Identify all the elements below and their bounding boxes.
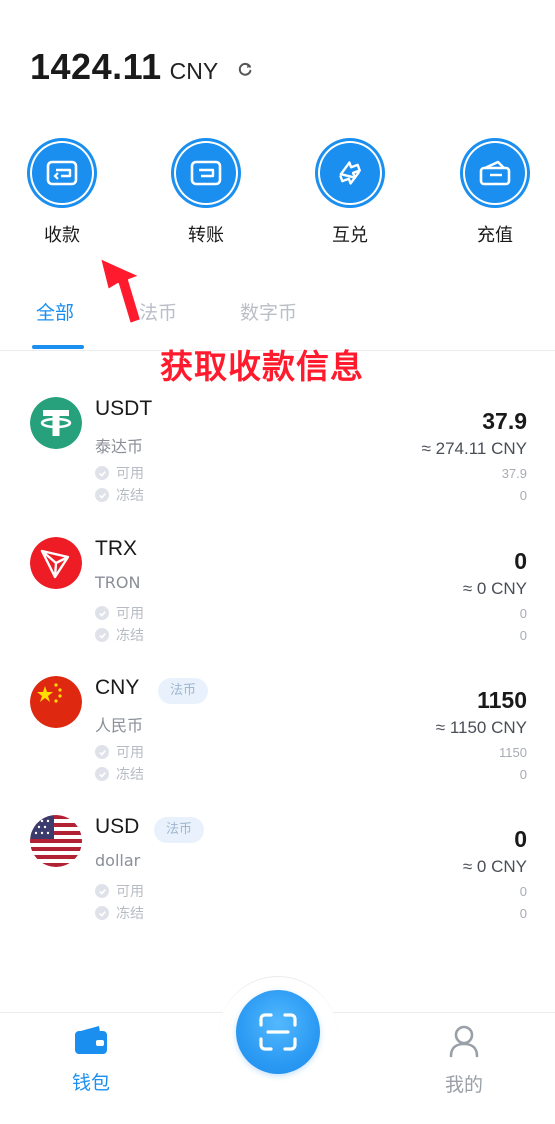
asset-symbol: CNY <box>95 676 140 699</box>
nav-wallet-label: 钱包 <box>71 1072 110 1094</box>
quick-actions: 收款 转账 互兑 充值 <box>0 141 555 251</box>
asset-amount: 37.9 <box>482 408 527 434</box>
frozen-label: 冻结 <box>116 906 144 922</box>
frozen-row: 冻结 <box>95 764 144 784</box>
frozen-label: 冻结 <box>116 488 144 504</box>
tron-icon <box>30 537 82 589</box>
asset-approx-value: ≈ 0 CNY <box>462 579 527 598</box>
asset-amount: 0 <box>514 548 527 574</box>
available-value: 0 <box>519 884 527 899</box>
recharge-icon <box>463 141 527 205</box>
asset-symbol: USDT <box>95 397 153 420</box>
fiat-badge: 法币 <box>158 678 209 704</box>
user-icon <box>449 1025 479 1058</box>
asset-amount: 1150 <box>477 687 527 713</box>
asset-approx-value: ≈ 274.11 CNY <box>421 439 527 458</box>
available-row: 可用 <box>95 603 144 623</box>
asset-subtitle: 泰达币 <box>95 437 144 456</box>
exchange-button[interactable]: 互兑 <box>305 141 395 247</box>
recharge-label: 充值 <box>477 225 513 246</box>
check-icon <box>95 606 109 620</box>
balance-currency: CNY <box>169 58 219 84</box>
asset-approx-value: ≈ 0 CNY <box>462 857 527 876</box>
asset-row-trx[interactable]: TRX TRON 可用 冻结 0 ≈ 0 CNY 0 0 <box>0 537 555 657</box>
receive-label: 收款 <box>44 225 80 246</box>
check-icon <box>95 488 109 502</box>
balance-amount: 1424.11 <box>30 46 162 87</box>
china-flag-icon <box>30 676 82 728</box>
asset-row-usdt[interactable]: USDT 泰达币 可用 冻结 37.9 ≈ 274.11 CNY 37.9 0 <box>0 397 555 517</box>
receive-button[interactable]: 收款 <box>17 141 107 247</box>
asset-symbol: USD <box>95 815 140 838</box>
transfer-button[interactable]: 转账 <box>161 141 251 247</box>
exchange-label: 互兑 <box>332 225 368 246</box>
check-icon <box>95 745 109 759</box>
scan-button[interactable] <box>236 990 320 1074</box>
frozen-value: 0 <box>519 488 527 503</box>
wallet-icon <box>75 1026 107 1054</box>
tether-icon <box>30 397 82 449</box>
frozen-row: 冻结 <box>95 485 144 505</box>
frozen-value: 0 <box>519 628 527 643</box>
check-icon <box>95 767 109 781</box>
available-value: 0 <box>519 606 527 621</box>
frozen-label: 冻结 <box>116 628 144 644</box>
tab-underline <box>32 345 84 349</box>
check-icon <box>95 466 109 480</box>
tab-all[interactable]: 全部 <box>36 298 74 325</box>
available-value: 1150 <box>499 745 527 760</box>
frozen-value: 0 <box>519 767 527 782</box>
available-label: 可用 <box>116 466 144 482</box>
transfer-icon <box>174 141 238 205</box>
available-label: 可用 <box>116 606 144 622</box>
fiat-badge: 法币 <box>154 817 205 843</box>
annotation-arrow-icon <box>99 257 142 325</box>
nav-wallet[interactable]: 钱包 <box>46 1024 136 1095</box>
asset-approx-value: ≈ 1150 CNY <box>435 718 527 737</box>
exchange-icon <box>318 141 382 205</box>
asset-subtitle: 人民币 <box>95 716 144 735</box>
balance-header: 1424.11 CNY <box>30 46 218 88</box>
available-row: 可用 <box>95 742 144 762</box>
check-icon <box>95 884 109 898</box>
us-flag-icon <box>30 815 82 867</box>
available-row: 可用 <box>95 881 144 901</box>
available-value: 37.9 <box>501 466 527 481</box>
frozen-value: 0 <box>519 906 527 921</box>
asset-symbol: TRX <box>95 537 137 560</box>
refresh-icon[interactable] <box>236 60 254 78</box>
nav-mine-label: 我的 <box>444 1074 483 1096</box>
transfer-label: 转账 <box>188 225 224 246</box>
asset-row-cny[interactable]: CNY 法币 人民币 可用 冻结 1150 ≈ 1150 CNY 1150 0 <box>0 676 555 796</box>
scan-icon <box>259 1013 297 1051</box>
frozen-label: 冻结 <box>116 767 144 783</box>
available-label: 可用 <box>116 884 144 900</box>
frozen-row: 冻结 <box>95 625 144 645</box>
nav-mine[interactable]: 我的 <box>419 1024 509 1097</box>
receive-icon <box>30 141 94 205</box>
check-icon <box>95 906 109 920</box>
asset-row-usd[interactable]: USD 法币 dollar 可用 冻结 0 ≈ 0 CNY 0 0 <box>0 815 555 935</box>
asset-subtitle: TRON <box>95 573 141 592</box>
available-label: 可用 <box>116 745 144 761</box>
available-row: 可用 <box>95 463 144 483</box>
annotation-text: 获取收款信息 <box>160 347 364 386</box>
asset-amount: 0 <box>514 826 527 852</box>
tab-crypto[interactable]: 数字币 <box>240 298 297 325</box>
frozen-row: 冻结 <box>95 903 144 923</box>
check-icon <box>95 628 109 642</box>
recharge-button[interactable]: 充值 <box>450 141 540 247</box>
asset-subtitle: dollar <box>95 851 141 870</box>
